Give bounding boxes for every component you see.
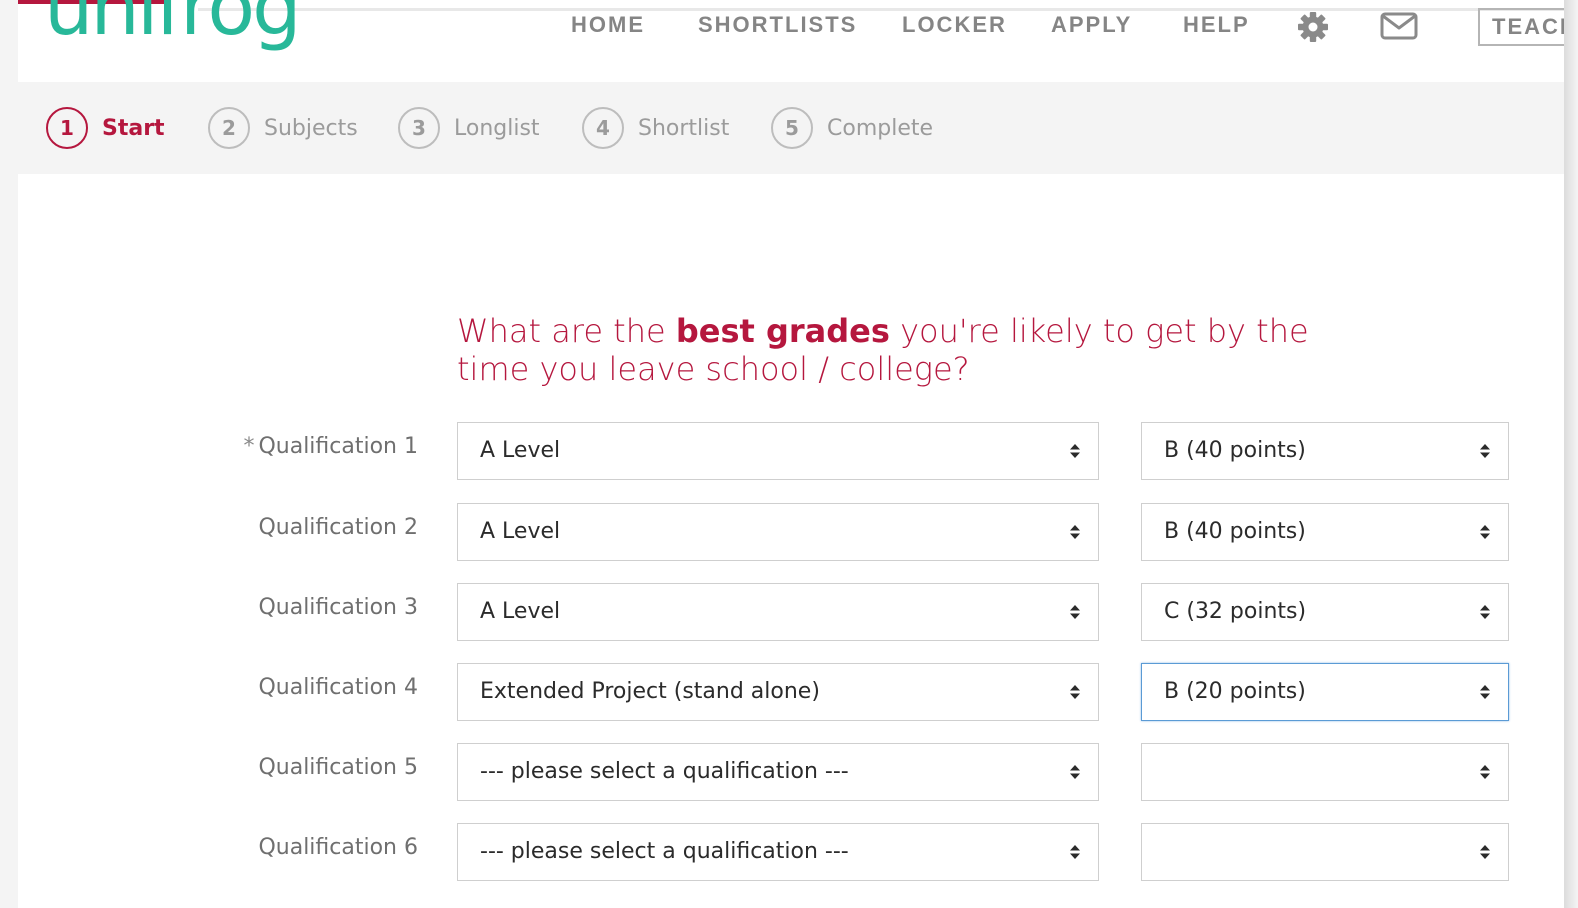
step-label: Shortlist [638,115,730,141]
step-subjects[interactable]: 2 Subjects [208,104,358,152]
qualification-label: Qualification 4 [258,675,418,700]
step-shortlist[interactable]: 4 Shortlist [582,104,729,152]
qualification-label: Qualification 3 [258,595,418,620]
select-arrows-icon [1480,685,1490,699]
select-arrows-icon [1070,605,1080,619]
select-arrows-icon [1480,444,1490,458]
select-arrows-icon [1070,765,1080,779]
select-arrows-icon [1480,845,1490,859]
nav-shortlists[interactable]: SHORTLISTS [698,12,857,38]
required-marker: * [243,434,255,459]
main-nav: HOME SHORTLISTS LOCKER APPLY HELP TEAC [18,0,1564,54]
envelope-icon[interactable] [1380,12,1418,45]
teach-button[interactable]: TEACH [1478,8,1564,46]
qualification-label: Qualification 2 [258,515,418,540]
qualification-select[interactable]: --- please select a qualification --- [457,743,1099,801]
qualification-row-5: Qualification 5 --- please select a qual… [18,743,1564,801]
qualification-select[interactable]: A Level [457,503,1099,561]
nav-apply[interactable]: APPLY [1051,12,1132,38]
select-arrows-icon [1480,605,1490,619]
qualification-row-4: Qualification 4 Extended Project (stand … [18,663,1564,721]
select-arrows-icon [1480,765,1490,779]
qualification-label: Qualification 6 [258,835,418,860]
grade-select[interactable]: B (40 points) [1141,503,1509,561]
qualification-select[interactable]: --- please select a qualification --- [457,823,1099,881]
step-number: 1 [46,107,88,149]
qualification-select[interactable]: A Level [457,583,1099,641]
page: unifrog HOME SHORTLISTS LOCKER APPLY HEL… [18,0,1564,908]
step-label: Complete [827,115,934,141]
progress-steps: 1 Start 2 Subjects 3 Longlist 4 Shortlis… [18,82,1564,174]
step-complete[interactable]: 5 Complete [771,104,933,152]
step-label: Start [102,115,165,141]
grade-select[interactable]: B (40 points) [1141,422,1509,480]
qualification-label: Qualification 5 [258,755,418,780]
grade-select[interactable]: C (32 points) [1141,583,1509,641]
qualification-select[interactable]: Extended Project (stand alone) [457,663,1099,721]
qualification-row-2: Qualification 2 A Level B (40 points) [18,503,1564,561]
select-arrows-icon [1070,685,1080,699]
step-label: Longlist [454,115,540,141]
select-arrows-icon [1480,525,1490,539]
qualification-row-6: Qualification 6 --- please select a qual… [18,823,1564,881]
step-number: 2 [208,107,250,149]
select-arrows-icon [1070,845,1080,859]
select-arrows-icon [1070,444,1080,458]
nav-help[interactable]: HELP [1183,12,1250,38]
step-label: Subjects [264,115,358,141]
qualification-label: * Qualification 1 [243,434,418,459]
nav-locker[interactable]: LOCKER [902,12,1007,38]
page-heading: What are the best grades you're likely t… [457,312,1309,388]
qualification-row-3: Qualification 3 A Level C (32 points) [18,583,1564,641]
nav-home[interactable]: HOME [571,12,645,38]
grade-select[interactable] [1141,823,1509,881]
step-number: 4 [582,107,624,149]
step-start[interactable]: 1 Start [46,104,165,152]
gear-icon[interactable] [1297,11,1329,48]
qualification-row-1: * Qualification 1 A Level B (40 points) [18,422,1564,480]
qualification-select[interactable]: A Level [457,422,1099,480]
grade-select[interactable] [1141,743,1509,801]
step-number: 3 [398,107,440,149]
grade-select[interactable]: B (20 points) [1141,663,1509,721]
select-arrows-icon [1070,525,1080,539]
step-number: 5 [771,107,813,149]
page-edge-shadow [1564,0,1578,908]
step-longlist[interactable]: 3 Longlist [398,104,540,152]
